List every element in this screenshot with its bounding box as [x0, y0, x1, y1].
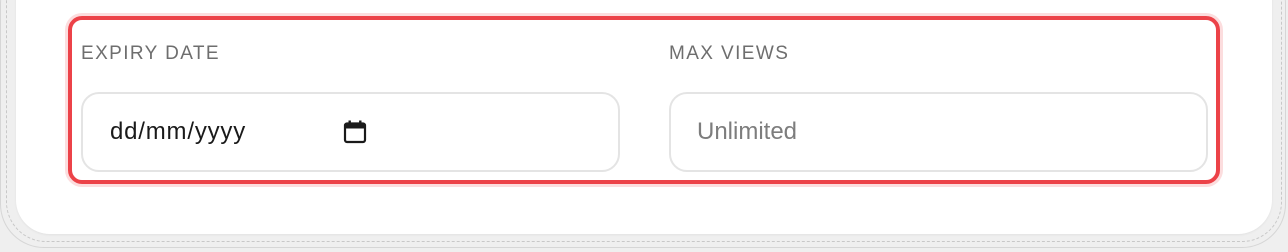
expiry-date-label: EXPIRY DATE: [81, 43, 220, 64]
expiry-date-placeholder: dd/mm/yyyy: [110, 118, 247, 145]
calendar-icon[interactable]: [343, 120, 367, 144]
max-views-input-box[interactable]: [669, 92, 1208, 172]
expiry-date-input[interactable]: dd/mm/yyyy: [81, 92, 620, 172]
max-views-field: MAX VIEWS: [669, 42, 1208, 172]
max-views-label: MAX VIEWS: [669, 43, 790, 64]
expiry-date-field: EXPIRY DATE dd/mm/yyyy: [81, 42, 620, 172]
max-views-input[interactable]: [671, 94, 1206, 170]
